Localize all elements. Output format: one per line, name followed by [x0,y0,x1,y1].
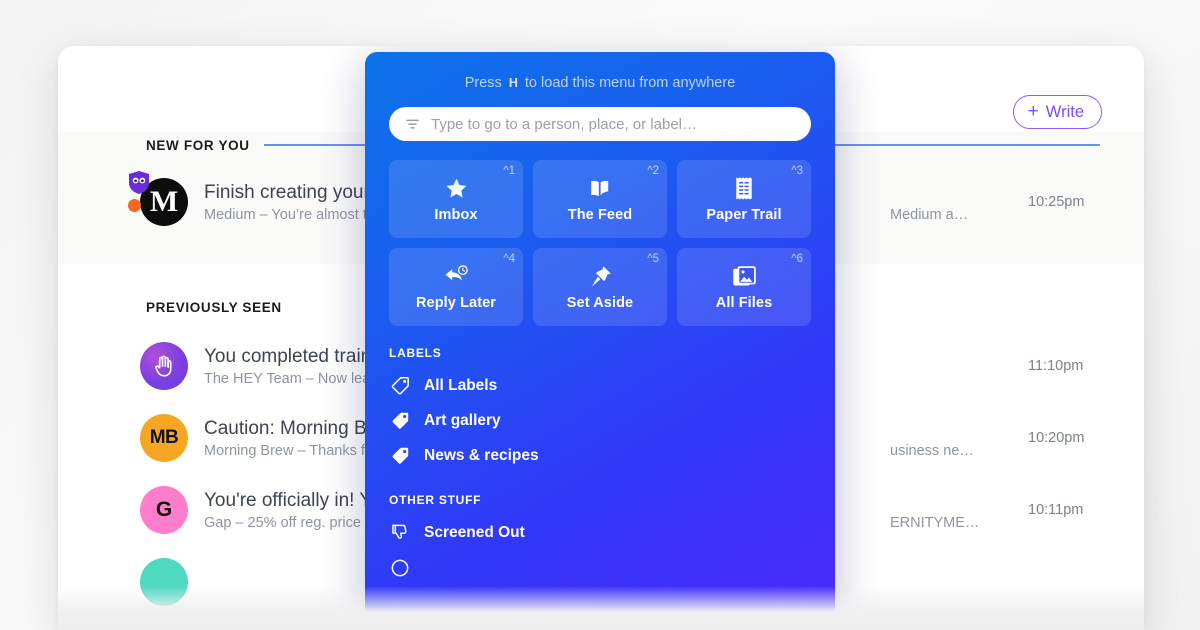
tile-label: Imbox [434,207,478,223]
tile-shortcut: ^3 [791,165,803,177]
avatar-initial [140,558,188,606]
app-window-card: + Write NEW FOR YOU M Finish creating yo… [58,46,1144,630]
unread-dot [128,199,141,212]
hint-key: H [508,76,518,90]
tile-label: Set Aside [566,295,634,311]
tile-the-feed[interactable]: ^2 The Feed [533,160,667,238]
nav-item-art-gallery[interactable]: Art gallery [365,403,835,438]
avatar: G [140,486,188,534]
tag-solid-icon [389,410,411,432]
tile-label: The Feed [567,207,633,223]
hint-suffix: to load this menu from anywhere [524,75,736,91]
open-book-icon [588,175,612,201]
write-button[interactable]: + Write [1012,95,1102,129]
reply-clock-icon [443,263,470,289]
circle-icon [389,557,411,579]
write-button-label: Write [1045,102,1084,121]
tile-shortcut: ^4 [503,253,515,265]
group-heading-other-stuff: OTHER STUFF [389,493,482,507]
tile-all-files[interactable]: ^6 All Files [677,248,811,326]
search-input[interactable]: Type to go to a person, place, or label… [389,107,811,141]
avatar-initial: G [140,486,188,534]
mail-timestamp: 10:11pm [1028,502,1084,518]
hint-prefix: Press [464,75,502,91]
shield-eyes-icon [129,171,149,194]
mail-preview-right: ERNITYME… [890,514,980,531]
pushpin-icon [588,263,613,289]
screenshot-stage: + Write NEW FOR YOU M Finish creating yo… [0,0,1200,630]
receipt-icon [734,175,754,201]
avatar-initial [140,342,188,390]
nav-item-all-labels[interactable]: All Labels [365,368,835,403]
photo-stack-icon [732,263,757,289]
avatar [140,342,188,390]
nav-item-label: Art gallery [424,411,501,429]
avatar: MB [140,414,188,462]
search-placeholder: Type to go to a person, place, or label… [431,115,697,133]
nav-item-label: Screened Out [424,523,525,541]
tile-shortcut: ^1 [503,165,515,177]
tile-paper-trail[interactable]: ^3 Paper Trail [677,160,811,238]
tile-imbox[interactable]: ^1 Imbox [389,160,523,238]
nav-item-news-recipes[interactable]: News & recipes [365,438,835,473]
mail-timestamp: 10:25pm [1028,194,1085,210]
mail-timestamp: 11:10pm [1028,358,1084,374]
avatar: M [128,171,188,226]
tile-label: Reply Later [415,295,497,311]
mail-preview-right: usiness ne… [890,442,974,459]
tag-outline-icon [389,375,411,397]
avatar [140,558,188,606]
filter-funnel-icon [406,119,419,129]
nav-item-label: News & recipes [424,446,539,464]
tile-label: All Files [715,295,773,311]
keyboard-hint: Press H to load this menu from anywhere [365,75,835,91]
tile-set-aside[interactable]: ^5 Set Aside [533,248,667,326]
nav-item-clipped[interactable] [365,550,835,585]
quick-nav-tile-grid: ^1 Imbox ^2 The Feed ^3 Paper Trail ^4 R… [389,160,811,326]
section-title: PREVIOUSLY SEEN [146,299,282,315]
waving-hand-icon [155,355,172,377]
tile-reply-later[interactable]: ^4 Reply Later [389,248,523,326]
nav-item-label: All Labels [424,376,498,394]
tile-shortcut: ^5 [647,253,659,265]
avatar-initial: MB [140,414,188,462]
mail-timestamp: 10:20pm [1028,430,1085,446]
tag-solid-icon [389,445,411,467]
tile-label: Paper Trail [706,207,782,223]
nav-item-screened-out[interactable]: Screened Out [365,515,835,550]
tile-shortcut: ^6 [791,253,803,265]
mail-preview-right: Medium a… [890,206,969,223]
plus-icon: + [1027,101,1039,122]
section-title: NEW FOR YOU [146,137,250,153]
tile-shortcut: ^2 [647,165,659,177]
goto-menu-overlay: Press H to load this menu from anywhere … [365,52,835,630]
group-heading-labels: LABELS [389,346,442,360]
thumbs-down-icon [389,522,411,544]
star-icon [444,175,469,201]
